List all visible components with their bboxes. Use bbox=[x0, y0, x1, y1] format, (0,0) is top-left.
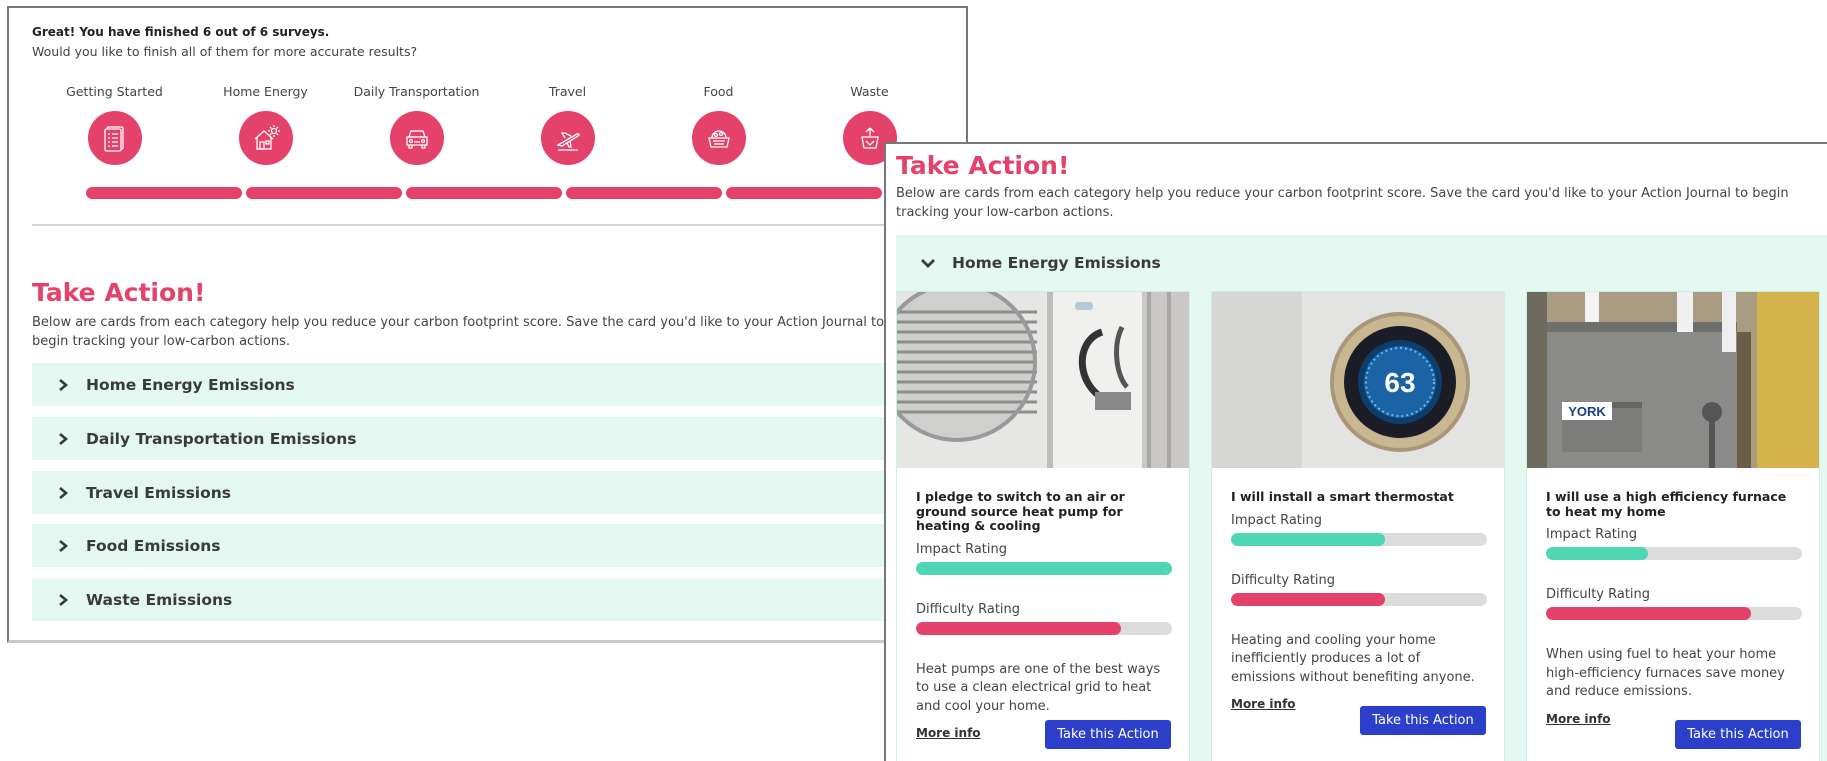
chevron-down-icon bbox=[921, 259, 935, 268]
progress-segment bbox=[246, 187, 402, 199]
card-description: When using fuel to heat your home high-e… bbox=[1546, 647, 1785, 699]
step-food[interactable]: Food bbox=[643, 84, 794, 165]
step-daily-transportation[interactable]: Daily Transportation bbox=[341, 84, 492, 165]
accordion-label: Home Energy Emissions bbox=[86, 375, 295, 394]
progress-segment bbox=[86, 187, 242, 199]
difficulty-rating-bar bbox=[916, 621, 1172, 635]
progress-segment bbox=[406, 187, 562, 199]
survey-progress-bar bbox=[86, 187, 966, 199]
difficulty-rating-bar bbox=[1546, 607, 1802, 620]
more-info-link[interactable]: More info bbox=[1231, 697, 1296, 711]
card-description: Heating and cooling your home inefficien… bbox=[1231, 632, 1475, 685]
take-action-title: Take Action! bbox=[32, 278, 206, 307]
section-divider bbox=[32, 224, 952, 226]
accordion-travel[interactable]: Travel Emissions bbox=[32, 471, 952, 514]
difficulty-rating-bar bbox=[1231, 592, 1487, 606]
survey-results-window: Great! You have finished 6 out of 6 surv… bbox=[7, 6, 968, 643]
action-card: YORK I will use a high efficiency furnac… bbox=[1526, 291, 1820, 761]
airplane-icon[interactable] bbox=[540, 111, 595, 165]
accordion-food[interactable]: Food Emissions bbox=[32, 524, 952, 567]
impact-rating-fill bbox=[1546, 547, 1649, 560]
accordion-waste[interactable]: Waste Emissions bbox=[32, 578, 952, 621]
chevron-right-icon bbox=[59, 539, 69, 552]
difficulty-rating-fill bbox=[916, 621, 1121, 635]
checklist-icon[interactable] bbox=[87, 111, 142, 165]
impact-rating-fill bbox=[1231, 532, 1385, 546]
accordion-label: Daily Transportation Emissions bbox=[86, 429, 357, 448]
progress-segment bbox=[566, 187, 722, 199]
step-label: Food bbox=[703, 84, 734, 99]
accordion-home-energy-expanded[interactable]: Home Energy Emissions bbox=[896, 235, 1827, 291]
card-title: I will install a smart thermostat bbox=[1231, 489, 1454, 504]
furnace-photo: YORK bbox=[1527, 292, 1819, 468]
step-getting-started[interactable]: Getting Started bbox=[39, 84, 190, 165]
survey-steps: Getting Started Home Energy Daily Transp… bbox=[39, 84, 959, 165]
smart-thermostat-photo: 63 bbox=[1212, 292, 1504, 468]
card-body: I will use a high efficiency furnace to … bbox=[1546, 489, 1802, 727]
accordion-label: Home Energy Emissions bbox=[952, 254, 1161, 272]
difficulty-rating-fill bbox=[1546, 607, 1751, 620]
thermostat-reading: 63 bbox=[1384, 367, 1415, 398]
take-action-title: Take Action! bbox=[896, 151, 1070, 180]
take-action-description: Below are cards from each category help … bbox=[896, 186, 1789, 220]
food-basket-icon[interactable] bbox=[691, 111, 746, 165]
survey-status-block: Great! You have finished 6 out of 6 surv… bbox=[32, 23, 417, 61]
window-corner-accent bbox=[9, 640, 39, 643]
card-body: I will install a smart thermostat Impact… bbox=[1231, 489, 1487, 712]
chevron-right-icon bbox=[59, 486, 69, 499]
more-info-link[interactable]: More info bbox=[1546, 712, 1611, 726]
impact-rating-bar bbox=[1546, 547, 1802, 560]
step-label: Home Energy bbox=[223, 84, 308, 99]
card-title: I pledge to switch to an air or ground s… bbox=[916, 489, 1125, 533]
take-this-action-button[interactable]: Take this Action bbox=[1045, 720, 1171, 749]
accordion-label: Food Emissions bbox=[86, 536, 221, 555]
card-body: I pledge to switch to an air or ground s… bbox=[916, 489, 1172, 741]
take-this-action-button[interactable]: Take this Action bbox=[1675, 720, 1801, 749]
accordion-label: Waste Emissions bbox=[86, 590, 233, 609]
impact-rating-bar bbox=[916, 561, 1172, 575]
action-card: 63 I will install a smart thermostat Imp… bbox=[1211, 291, 1505, 761]
survey-status-text: Great! You have finished 6 out of 6 surv… bbox=[32, 25, 330, 39]
accordion-label: Travel Emissions bbox=[86, 483, 232, 502]
take-action-description: Below are cards from each category help … bbox=[32, 315, 885, 349]
furnace-brand-label: YORK bbox=[1568, 404, 1606, 419]
accordion-daily-transportation[interactable]: Daily Transportation Emissions bbox=[32, 417, 952, 460]
chevron-right-icon bbox=[59, 378, 69, 391]
step-label: Waste bbox=[850, 84, 889, 99]
progress-segment bbox=[726, 187, 882, 199]
take-this-action-button[interactable]: Take this Action bbox=[1360, 706, 1486, 735]
heat-pump-photo bbox=[897, 292, 1189, 468]
more-info-link[interactable]: More info bbox=[916, 726, 981, 740]
take-action-window: Take Action! Below are cards from each c… bbox=[884, 142, 1827, 761]
impact-rating-fill bbox=[916, 561, 1172, 575]
step-label: Daily Transportation bbox=[353, 84, 480, 99]
impact-rating-label: Impact Rating bbox=[916, 541, 1008, 557]
step-label: Getting Started bbox=[66, 84, 163, 99]
card-title: I will use a high efficiency furnace to … bbox=[1546, 489, 1787, 519]
difficulty-rating-label: Difficulty Rating bbox=[1546, 587, 1651, 602]
impact-rating-bar bbox=[1231, 532, 1487, 546]
car-icon[interactable] bbox=[389, 111, 444, 165]
difficulty-rating-fill bbox=[1231, 592, 1385, 606]
house-sun-icon[interactable] bbox=[238, 111, 293, 165]
action-cards-panel: I pledge to switch to an air or ground s… bbox=[896, 291, 1827, 761]
card-description: Heat pumps are one of the best ways to u… bbox=[916, 661, 1161, 714]
survey-prompt-text: Would you like to finish all of them for… bbox=[32, 44, 418, 59]
accordion-home-energy[interactable]: Home Energy Emissions bbox=[32, 363, 952, 406]
difficulty-rating-label: Difficulty Rating bbox=[1231, 572, 1336, 588]
step-travel[interactable]: Travel bbox=[492, 84, 643, 165]
step-home-energy[interactable]: Home Energy bbox=[190, 84, 341, 165]
step-label: Travel bbox=[548, 84, 587, 99]
difficulty-rating-label: Difficulty Rating bbox=[916, 601, 1021, 617]
chevron-right-icon bbox=[59, 432, 69, 445]
chevron-right-icon bbox=[59, 593, 69, 606]
impact-rating-label: Impact Rating bbox=[1231, 512, 1323, 528]
action-card: I pledge to switch to an air or ground s… bbox=[896, 291, 1190, 761]
impact-rating-label: Impact Rating bbox=[1546, 527, 1638, 542]
